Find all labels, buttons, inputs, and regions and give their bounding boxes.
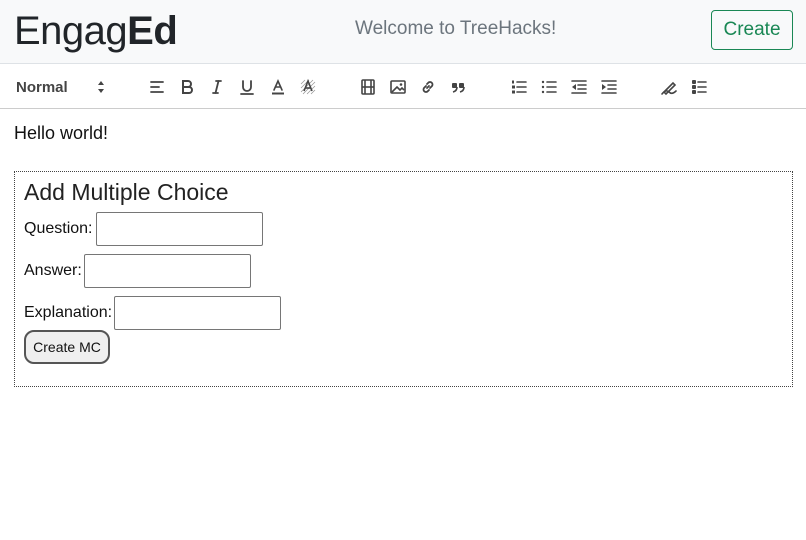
- format-select[interactable]: Normal: [16, 75, 108, 99]
- editor-content[interactable]: Hello world!: [14, 123, 108, 144]
- explanation-input[interactable]: [114, 296, 281, 330]
- explanation-label: Explanation:: [24, 304, 113, 321]
- question-label: Question:: [24, 220, 93, 237]
- bullet-list-icon[interactable]: [538, 76, 560, 98]
- multiple-choice-form: Add Multiple Choice Question: Answer: Ex…: [14, 171, 793, 387]
- brand-logo[interactable]: EngagEd: [14, 7, 178, 55]
- brand-regular: Engag: [14, 9, 128, 53]
- checklist-icon[interactable]: [688, 76, 710, 98]
- image-icon[interactable]: [387, 76, 409, 98]
- brand-bold: Ed: [127, 9, 178, 53]
- link-icon[interactable]: [417, 76, 439, 98]
- format-select-value: Normal: [16, 78, 68, 96]
- outdent-icon[interactable]: [568, 76, 590, 98]
- align-icon[interactable]: [146, 76, 168, 98]
- background-color-icon[interactable]: [297, 76, 319, 98]
- indent-icon[interactable]: [598, 76, 620, 98]
- answer-label: Answer:: [24, 262, 82, 279]
- mc-form-title: Add Multiple Choice: [24, 179, 229, 205]
- answer-input[interactable]: [84, 254, 251, 288]
- question-input[interactable]: [96, 212, 263, 246]
- create-mc-button[interactable]: Create MC: [24, 330, 110, 364]
- underline-icon[interactable]: [236, 76, 258, 98]
- app-header: EngagEd Welcome to TreeHacks! Create: [0, 0, 806, 64]
- create-button[interactable]: Create: [711, 10, 793, 50]
- ordered-list-icon[interactable]: [508, 76, 530, 98]
- video-icon[interactable]: [357, 76, 379, 98]
- welcome-text: Welcome to TreeHacks!: [355, 18, 557, 39]
- draw-icon[interactable]: [658, 76, 680, 98]
- editor-toolbar: Normal: [0, 65, 806, 109]
- blockquote-icon[interactable]: [447, 76, 469, 98]
- select-caret-icon: [98, 81, 104, 93]
- text-color-icon[interactable]: [267, 76, 289, 98]
- italic-icon[interactable]: [206, 76, 228, 98]
- bold-icon[interactable]: [176, 76, 198, 98]
